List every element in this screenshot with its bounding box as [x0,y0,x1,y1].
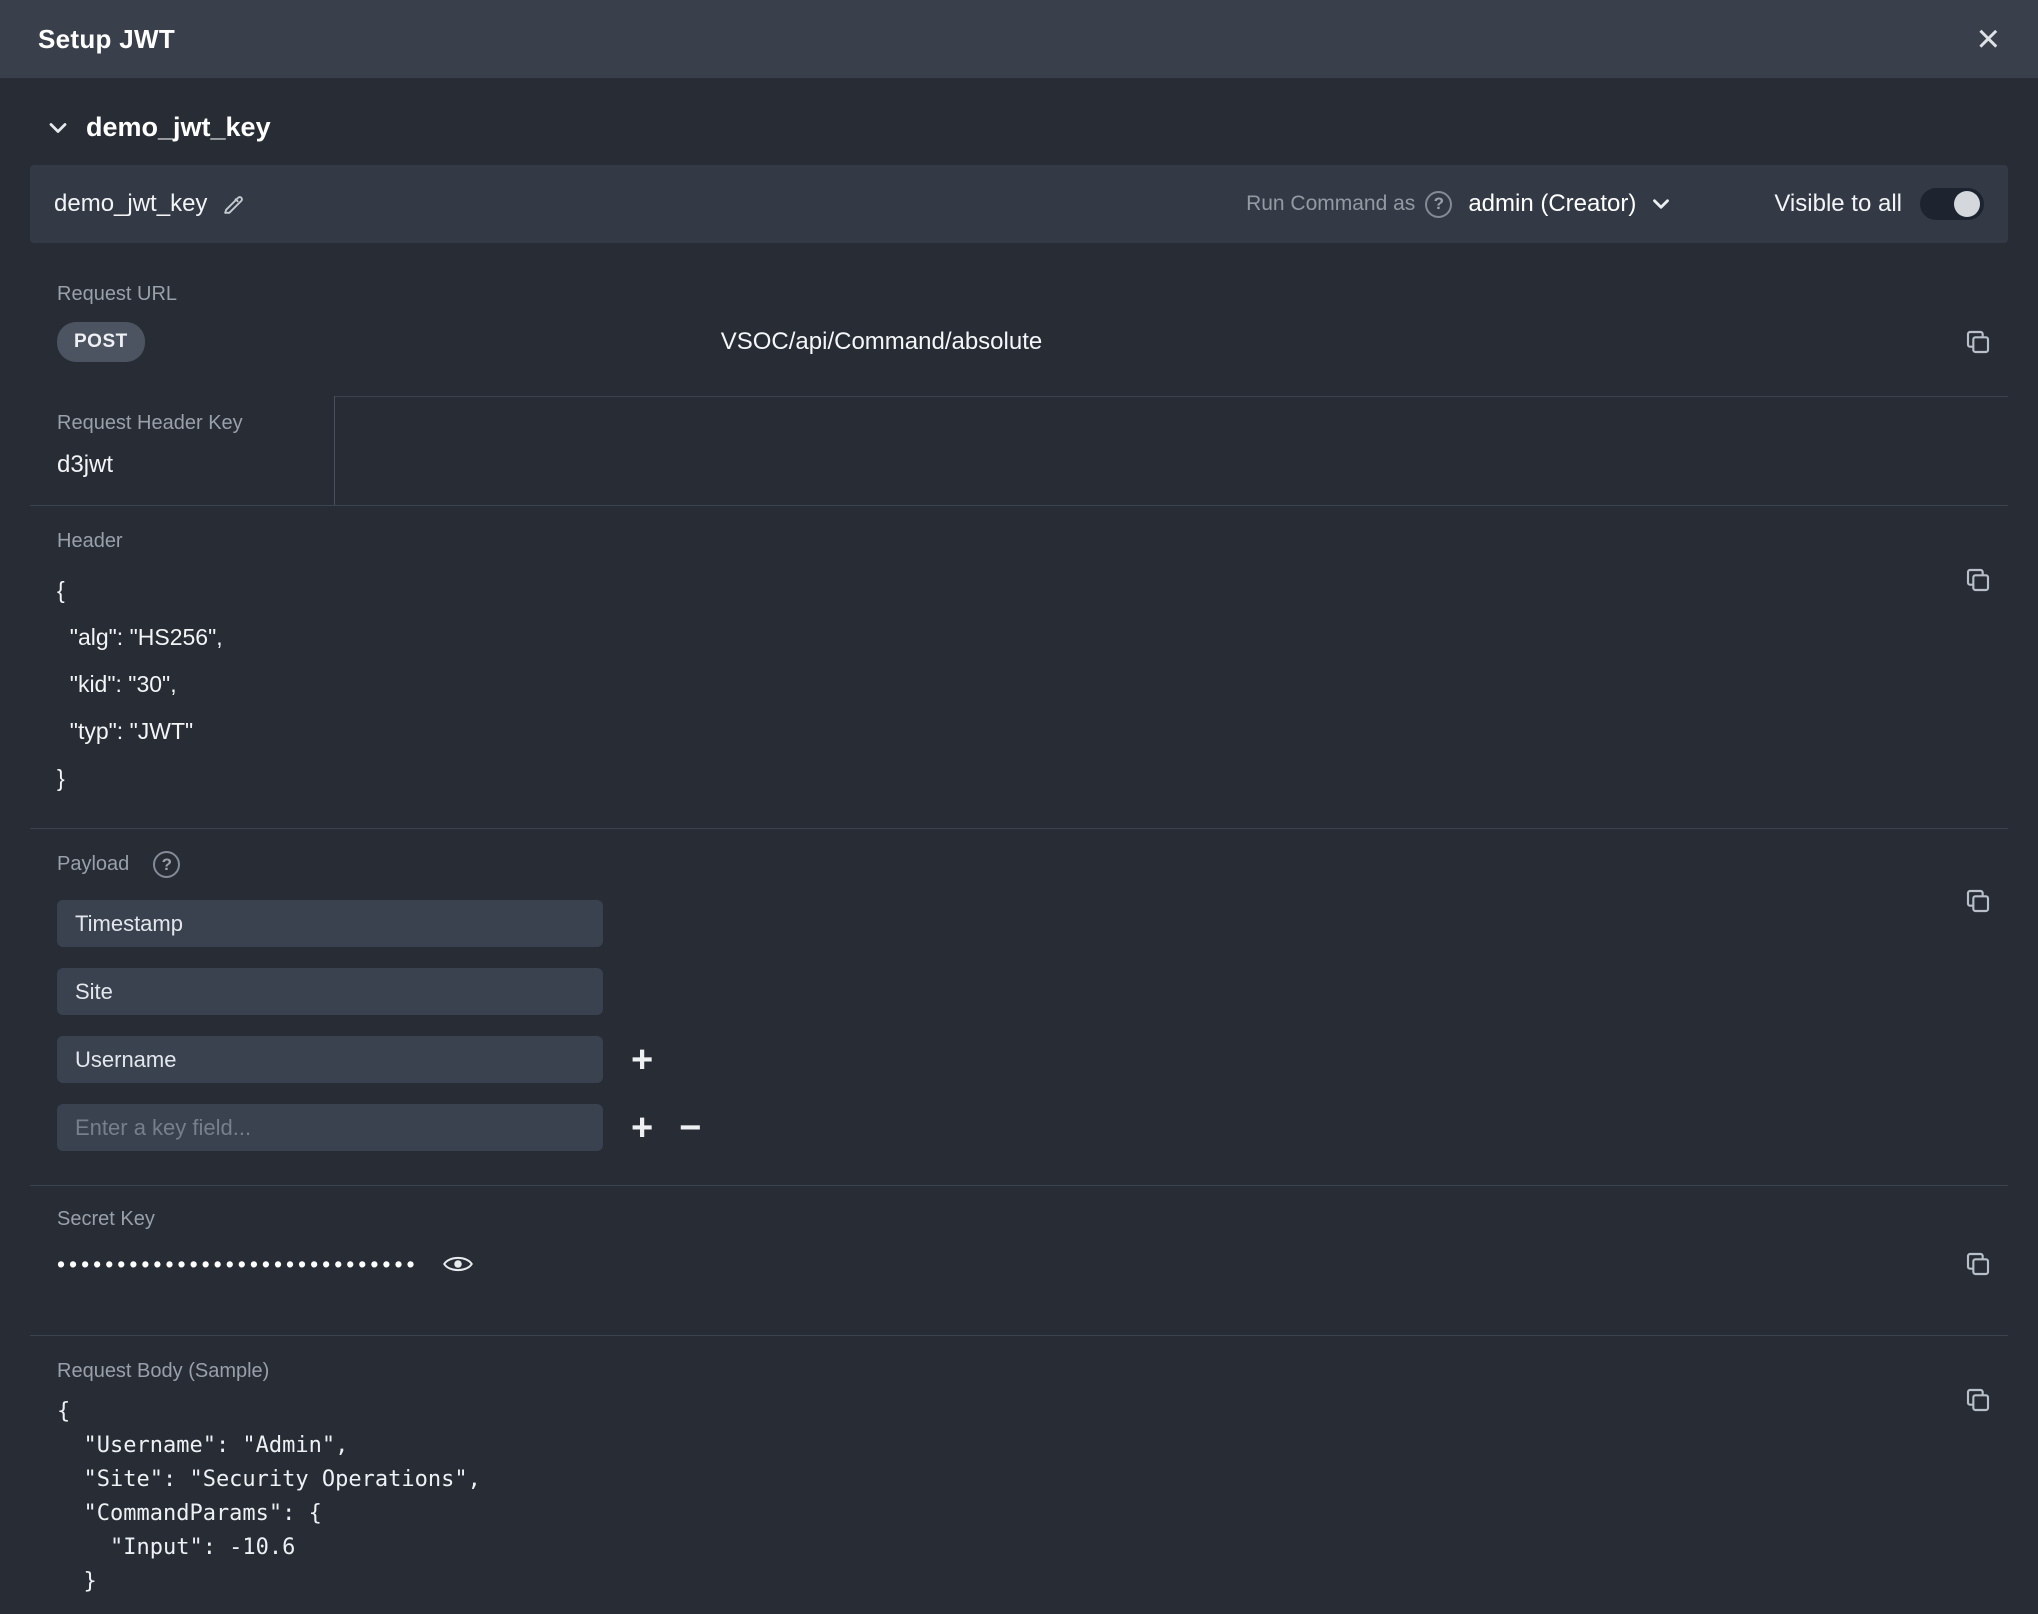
copy-icon [1962,326,1994,358]
code-line: "Site": "Security Operations", [57,1463,2008,1497]
jwt-key-section-header: demo_jwt_key [30,78,2008,165]
payload-fields: + + − [57,900,2008,1151]
chevron-down-icon [1648,191,1674,217]
copy-request-body-button[interactable] [1962,1384,1994,1416]
run-command-as-label: Run Command as [1246,192,1415,216]
code-line: "typ": "JWT" [57,708,2008,755]
add-field-button[interactable]: + [631,1109,653,1147]
help-icon[interactable]: ? [153,851,180,878]
code-line: { [57,1395,2008,1429]
header-json: { "alg": "HS256", "kid": "30", "typ": "J… [57,567,2008,802]
secret-key-section: Secret Key •••••••••••••••••••••••••••••… [30,1185,2008,1335]
code-line: "CommandParams": { [57,1497,2008,1531]
modal-titlebar: Setup JWT × [0,0,2038,78]
payload-key-input-3[interactable] [57,1036,603,1083]
close-icon[interactable]: × [1977,19,2000,59]
http-method-badge: POST [57,322,145,362]
copy-icon [1962,1248,1994,1280]
payload-field-row [57,968,2008,1015]
redacted-url-segment [155,323,721,361]
visible-to-all-toggle[interactable] [1920,188,1984,220]
request-url-label: Request URL [57,283,2008,306]
key-name-label: demo_jwt_key [54,190,207,218]
visible-to-all-label: Visible to all [1774,190,1902,218]
payload-field-row [57,900,2008,947]
code-line: "Input": -10.6 [57,1531,2008,1565]
copy-icon [1962,885,1994,917]
secret-key-label: Secret Key [57,1208,2008,1231]
payload-field-row: + − [57,1104,2008,1151]
run-as-value: admin (Creator) [1468,190,1636,218]
payload-key-input-4[interactable] [57,1104,603,1151]
header-section: Header { "alg": "HS256", "kid": "30", "t… [30,506,2008,828]
toggle-knob [1954,191,1980,217]
copy-payload-button[interactable] [1962,885,1994,917]
secret-key-row: •••••••••••••••••••••••••••••• [57,1249,2008,1279]
chevron-down-icon[interactable] [44,114,72,142]
request-body-json: { "Username": "Admin", "Site": "Security… [57,1395,2008,1599]
command-card: demo_jwt_key Run Command as ? admin (Cre… [30,165,2008,243]
copy-header-button[interactable] [1962,564,1994,596]
run-as-dropdown[interactable]: admin (Creator) [1468,190,1674,218]
request-url-row: POST VSOC/api/Command/absolute [57,322,2008,362]
payload-key-input-1[interactable] [57,900,603,947]
masked-secret-value: •••••••••••••••••••••••••••••• [57,1249,419,1279]
payload-section: Payload ? + + − [30,828,2008,1185]
request-url-section: Request URL POST VSOC/api/Command/absolu… [30,283,2008,362]
copy-icon [1962,564,1994,596]
code-line: "kid": "30", [57,661,2008,708]
url-path: VSOC/api/Command/absolute [721,328,1043,356]
code-line: "alg": "HS256", [57,614,2008,661]
code-line: "Username": "Admin", [57,1429,2008,1463]
edit-pencil-icon[interactable] [221,192,246,217]
header-label: Header [57,530,2008,553]
code-line: { [57,567,2008,614]
code-line: } [57,755,2008,802]
payload-key-input-2[interactable] [57,968,603,1015]
copy-url-button[interactable] [1962,326,1994,358]
payload-label: Payload [57,853,129,876]
request-header-key-value: d3jwt [57,451,334,479]
request-header-key-empty-cell [335,396,2008,505]
request-header-key-section: Request Header Key d3jwt [30,396,2008,506]
remove-field-button[interactable]: − [679,1109,701,1147]
request-header-key-label: Request Header Key [57,412,334,435]
copy-icon [1962,1384,1994,1416]
modal-title: Setup JWT [38,24,175,55]
jwt-key-section-title: demo_jwt_key [86,112,271,143]
copy-secret-button[interactable] [1962,1248,1994,1280]
payload-header: Payload ? [57,851,2008,878]
request-body-section: Request Body (Sample) { "Username": "Adm… [30,1335,2008,1599]
add-field-button[interactable]: + [631,1041,653,1079]
modal-body: demo_jwt_key demo_jwt_key Run Command as… [0,78,2038,1599]
payload-field-row: + [57,1036,2008,1083]
code-line: } [57,1565,2008,1599]
command-card-right: Run Command as ? admin (Creator) Visible… [1246,188,1984,220]
request-body-label: Request Body (Sample) [57,1360,2008,1383]
request-header-key-cell: Request Header Key d3jwt [30,396,335,505]
help-icon[interactable]: ? [1425,191,1452,218]
eye-icon[interactable] [443,1253,473,1275]
